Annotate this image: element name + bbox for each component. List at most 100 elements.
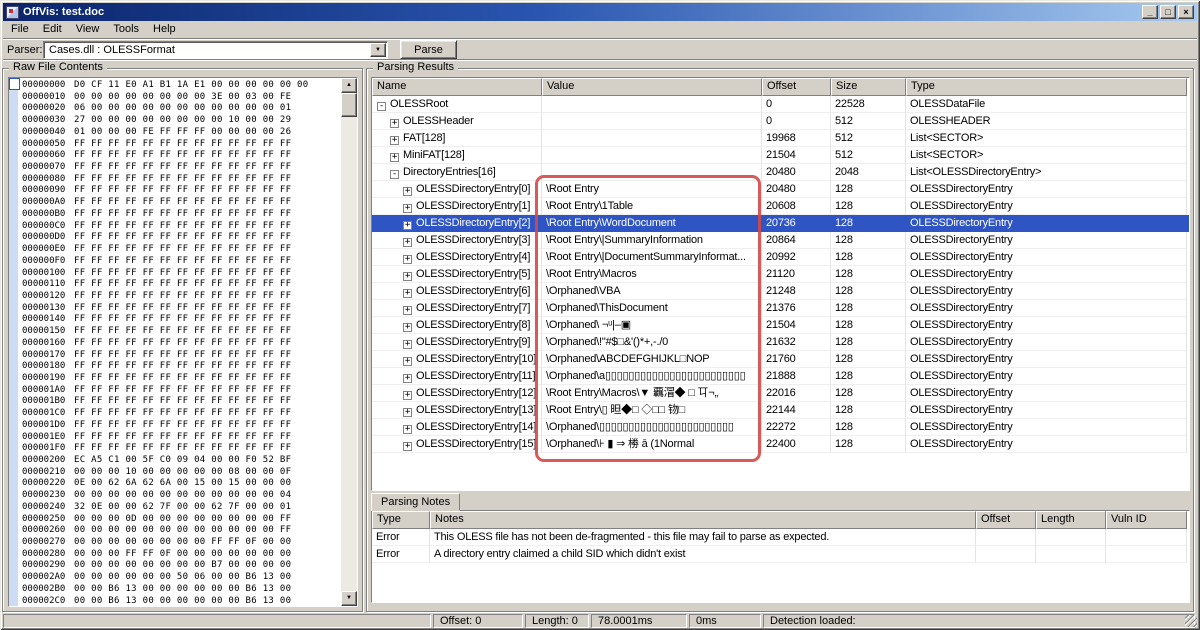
results-row-OLESSHeader[interactable]: + OLESSHeader 0 512 OLESSHEADER [372,113,1189,130]
scrollbar-thumb[interactable] [341,93,357,117]
results-row-OLESSDirectoryEntry[8][interactable]: + OLESSDirectoryEntry[8] \Orphaned\ ¬ᵘ|–▣ 2… [372,317,1189,334]
hex-row[interactable]: 00000210 00 00 00 10 00 00 00 00 00 08 00… [22,467,340,479]
hex-row[interactable]: 000000C0 FF FF FF FF FF FF FF FF FF FF FF… [22,221,340,233]
hex-row[interactable]: 000001C0 FF FF FF FF FF FF FF FF FF FF FF… [22,408,340,420]
results-row-OLESSDirectoryEntry[4][interactable]: + OLESSDirectoryEntry[4] \Root Entry\|Docu… [372,249,1189,266]
results-column-size[interactable]: Size [831,78,906,96]
expand-icon[interactable]: + [390,119,399,128]
hex-row[interactable]: 00000130 FF FF FF FF FF FF FF FF FF FF FF… [22,303,340,315]
notes-row[interactable]: Error A directory entry claimed a child S… [372,546,1189,563]
menu-tools[interactable]: Tools [106,22,146,37]
menu-edit[interactable]: Edit [36,22,69,37]
hex-row[interactable]: 00000280 00 00 00 FF FF 0F 00 00 00 00 00… [22,549,340,561]
hex-row[interactable]: 00000120 FF FF FF FF FF FF FF FF FF FF FF… [22,291,340,303]
results-row-OLESSDirectoryEntry[0][interactable]: + OLESSDirectoryEntry[0] \Root Entry 20480 1… [372,181,1189,198]
hex-row[interactable]: 00000040 01 00 00 00 FE FF FF FF 00 00 00… [22,127,340,139]
tab-parsing-notes[interactable]: Parsing Notes [371,493,461,511]
notes-column-type[interactable]: Type [372,511,430,529]
expand-icon[interactable]: + [403,391,412,400]
parser-combobox[interactable]: Cases.dll : OLESSFormat ▼ [43,41,388,59]
expand-icon[interactable]: + [403,204,412,213]
hex-row[interactable]: 00000220 0E 00 62 6A 62 6A 00 15 00 15 00… [22,478,340,490]
expand-icon[interactable]: + [403,187,412,196]
results-row-OLESSDirectoryEntry[15][interactable]: + OLESSDirectoryEntry[15] \Orphaned\⊦ ▮ ⇒ … [372,436,1189,453]
hex-row[interactable]: 00000000 D0 CF 11 E0 A1 B1 1A E1 00 00 00… [22,80,340,92]
hex-row[interactable]: 000000F0 FF FF FF FF FF FF FF FF FF FF FF… [22,256,340,268]
results-row-FAT[128][interactable]: + FAT[128] 19968 512 List<SECTOR> [372,130,1189,147]
results-row-DirectoryEntries[16][interactable]: - DirectoryEntries[16] 20480 2048 List<OLESS… [372,164,1189,181]
results-row-OLESSDirectoryEntry[12][interactable]: + OLESSDirectoryEntry[12] \Root Entry\Macr… [372,385,1189,402]
hex-row[interactable]: 00000110 FF FF FF FF FF FF FF FF FF FF FF… [22,279,340,291]
hex-row[interactable]: 00000010 00 00 00 00 00 00 00 00 3E 00 03… [22,92,340,104]
results-row-OLESSDirectoryEntry[10][interactable]: + OLESSDirectoryEntry[10] \Orphaned\ABCDEF… [372,351,1189,368]
hex-row[interactable]: 000001F0 FF FF FF FF FF FF FF FF FF FF FF… [22,443,340,455]
scroll-down-icon[interactable]: ▼ [341,591,357,606]
expand-icon[interactable]: + [403,442,412,451]
expand-icon[interactable]: + [403,238,412,247]
results-column-value[interactable]: Value [542,78,762,96]
hex-row[interactable]: 00000190 FF FF FF FF FF FF FF FF FF FF FF… [22,373,340,385]
results-row-OLESSDirectoryEntry[14][interactable]: + OLESSDirectoryEntry[14] \Orphaned\▯▯▯▯▯▯… [372,419,1189,436]
notes-column-length[interactable]: Length [1036,511,1106,529]
hex-row[interactable]: 00000260 00 00 00 00 00 00 00 00 00 00 00… [22,525,340,537]
expand-icon[interactable]: + [390,153,399,162]
expand-icon[interactable]: + [403,408,412,417]
hex-row[interactable]: 00000230 00 00 00 00 00 00 00 00 00 00 00… [22,490,340,502]
results-row-OLESSDirectoryEntry[13][interactable]: + OLESSDirectoryEntry[13] \Root Entry\▯ 㫜◆… [372,402,1189,419]
hex-row[interactable]: 00000270 00 00 00 00 00 00 00 00 FF FF 0F… [22,537,340,549]
expand-icon[interactable]: + [403,221,412,230]
hex-row[interactable]: 00000160 FF FF FF FF FF FF FF FF FF FF FF… [22,338,340,350]
results-row-OLESSDirectoryEntry[11][interactable]: + OLESSDirectoryEntry[11] \Orphaned\a▯▯▯▯▯… [372,368,1189,385]
expand-icon[interactable]: + [403,357,412,366]
results-row-OLESSDirectoryEntry[7][interactable]: + OLESSDirectoryEntry[7] \Orphaned\ThisDoc… [372,300,1189,317]
results-row-OLESSDirectoryEntry[2][interactable]: + OLESSDirectoryEntry[2] \Root Entry\WordD… [372,215,1189,232]
hex-row[interactable]: 00000200 EC A5 C1 00 5F C0 09 04 00 00 F0… [22,455,340,467]
notes-column-vuln-id[interactable]: Vuln ID [1106,511,1187,529]
menu-help[interactable]: Help [146,22,183,37]
notes-column-notes[interactable]: Notes [430,511,976,529]
hex-view[interactable]: 00000000 D0 CF 11 E0 A1 B1 1A E1 00 00 00… [8,77,358,607]
results-row-OLESSRoot[interactable]: - OLESSRoot 0 22528 OLESSDataFile [372,96,1189,113]
results-column-type[interactable]: Type [906,78,1187,96]
results-row-MiniFAT[128][interactable]: + MiniFAT[128] 21504 512 List<SECTOR> [372,147,1189,164]
results-row-OLESSDirectoryEntry[3][interactable]: + OLESSDirectoryEntry[3] \Root Entry\|Summ… [372,232,1189,249]
hex-row[interactable]: 00000070 FF FF FF FF FF FF FF FF FF FF FF… [22,162,340,174]
expand-icon[interactable]: + [403,255,412,264]
hex-row[interactable]: 000000B0 FF FF FF FF FF FF FF FF FF FF FF… [22,209,340,221]
maximize-button[interactable]: □ [1160,5,1176,19]
hex-row[interactable]: 00000100 FF FF FF FF FF FF FF FF FF FF FF… [22,268,340,280]
results-row-OLESSDirectoryEntry[5][interactable]: + OLESSDirectoryEntry[5] \Root Entry\Macro… [372,266,1189,283]
title-bar[interactable]: OffVis: test.doc _ □ × [3,3,1197,21]
expand-icon[interactable]: + [403,289,412,298]
parse-button[interactable]: Parse [400,40,457,59]
results-row-OLESSDirectoryEntry[9][interactable]: + OLESSDirectoryEntry[9] \Orphaned\!"#$□&'… [372,334,1189,351]
notes-row[interactable]: Error This OLESS file has not been de-fra… [372,529,1189,546]
expand-icon[interactable]: + [403,425,412,434]
expand-icon[interactable]: + [403,306,412,315]
expand-icon[interactable]: + [390,136,399,145]
hex-row[interactable]: 00000030 27 00 00 00 00 00 00 00 00 10 00… [22,115,340,127]
hex-row[interactable]: 000002C0 00 00 B6 13 00 00 00 00 00 00 B6… [22,596,340,606]
results-column-name[interactable]: Name [372,78,542,96]
hex-row[interactable]: 00000140 FF FF FF FF FF FF FF FF FF FF FF… [22,314,340,326]
hex-row[interactable]: 00000080 FF FF FF FF FF FF FF FF FF FF FF… [22,174,340,186]
hex-row[interactable]: 00000290 00 00 00 00 00 00 00 00 B7 00 00… [22,560,340,572]
menu-file[interactable]: File [4,22,36,37]
hex-row[interactable]: 000000E0 FF FF FF FF FF FF FF FF FF FF FF… [22,244,340,256]
scroll-up-icon[interactable]: ▲ [341,78,357,93]
resize-grip[interactable] [1185,615,1197,627]
hex-scrollbar[interactable]: ▲ ▼ [341,78,357,606]
hex-row[interactable]: 00000150 FF FF FF FF FF FF FF FF FF FF FF… [22,326,340,338]
hex-row[interactable]: 00000250 00 00 00 0D 00 00 00 00 00 00 00… [22,514,340,526]
hex-row[interactable]: 000002B0 00 00 B6 13 00 00 00 00 00 00 B6… [22,584,340,596]
dropdown-arrow-icon[interactable]: ▼ [370,43,386,57]
hex-row[interactable]: 00000170 FF FF FF FF FF FF FF FF FF FF FF… [22,350,340,362]
collapse-icon[interactable]: - [390,170,399,179]
menu-view[interactable]: View [69,22,107,37]
expand-icon[interactable]: + [403,323,412,332]
minimize-button[interactable]: _ [1142,5,1158,19]
collapse-icon[interactable]: - [377,102,386,111]
hex-row[interactable]: 00000240 32 0E 00 00 62 7F 00 00 62 7F 00… [22,502,340,514]
hex-row[interactable]: 000001E0 FF FF FF FF FF FF FF FF FF FF FF… [22,432,340,444]
hex-row[interactable]: 000001B0 FF FF FF FF FF FF FF FF FF FF FF… [22,396,340,408]
